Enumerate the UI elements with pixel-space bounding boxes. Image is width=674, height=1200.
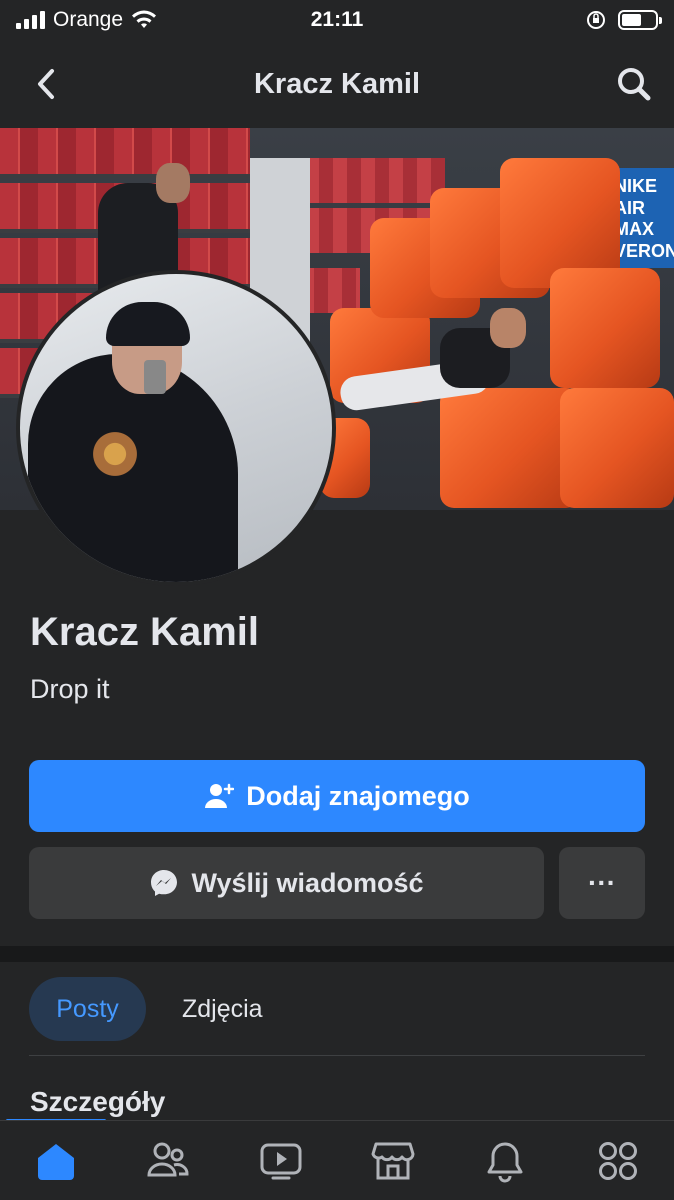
orientation-lock-icon bbox=[587, 11, 605, 29]
nav-notifications[interactable] bbox=[475, 1131, 535, 1191]
profile-avatar[interactable] bbox=[16, 270, 336, 586]
add-friend-icon bbox=[205, 783, 235, 808]
bottom-nav bbox=[0, 1120, 674, 1200]
bell-icon bbox=[487, 1142, 523, 1182]
more-options-label: ··· bbox=[588, 867, 616, 898]
marketplace-icon bbox=[371, 1142, 415, 1179]
friends-icon bbox=[147, 1142, 189, 1176]
watch-icon bbox=[260, 1143, 302, 1179]
profile-bio: Drop it bbox=[30, 674, 110, 704]
messenger-icon bbox=[151, 870, 178, 896]
status-left: Orange bbox=[16, 8, 157, 32]
tab-posts[interactable]: Posty bbox=[29, 977, 146, 1041]
status-bar: Orange 21:11 bbox=[0, 0, 674, 40]
search-button[interactable] bbox=[612, 62, 656, 106]
more-options-button[interactable]: ··· bbox=[559, 847, 645, 919]
add-friend-button[interactable]: Dodaj znajomego bbox=[29, 760, 645, 832]
send-message-button[interactable]: Wyślij wiadomość bbox=[29, 847, 544, 919]
profile-name: Kracz Kamil bbox=[30, 610, 259, 654]
page-title: Kracz Kamil bbox=[253, 67, 420, 100]
chevron-left-icon bbox=[38, 69, 54, 99]
nav-home[interactable] bbox=[26, 1131, 86, 1191]
status-right bbox=[586, 10, 662, 30]
nav-friends[interactable] bbox=[138, 1131, 198, 1191]
send-message-label: Wyślij wiadomość bbox=[191, 867, 424, 898]
nav-menu[interactable] bbox=[588, 1131, 648, 1191]
tab-photos-label: Zdjęcia bbox=[182, 994, 263, 1023]
search-icon bbox=[618, 68, 651, 101]
back-button[interactable] bbox=[24, 62, 68, 106]
battery-icon bbox=[618, 10, 662, 30]
home-icon bbox=[38, 1143, 75, 1180]
carrier-label: Orange bbox=[53, 8, 124, 31]
nav-marketplace[interactable] bbox=[363, 1131, 423, 1191]
tabs-divider bbox=[29, 1055, 645, 1056]
tab-photos[interactable]: Zdjęcia bbox=[166, 977, 279, 1041]
section-divider bbox=[0, 946, 674, 962]
details-heading: Szczegóły bbox=[30, 1086, 166, 1117]
tab-posts-label: Posty bbox=[56, 994, 119, 1023]
signal-icon bbox=[16, 11, 45, 29]
nav-header: Kracz Kamil bbox=[0, 40, 674, 128]
add-friend-label: Dodaj znajomego bbox=[246, 780, 470, 811]
wifi-icon bbox=[132, 10, 157, 28]
menu-grid-icon bbox=[598, 1141, 637, 1180]
nav-watch[interactable] bbox=[251, 1131, 311, 1191]
